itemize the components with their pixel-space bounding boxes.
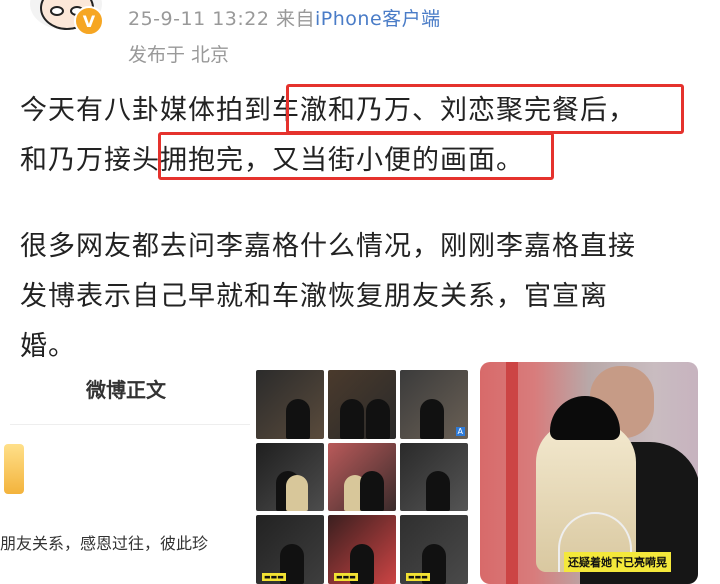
photo-caption: ▬▬▬ xyxy=(334,572,358,581)
collage-photo[interactable] xyxy=(328,370,396,439)
divider xyxy=(10,424,250,425)
gold-badge-icon xyxy=(4,444,24,494)
person-figure xyxy=(366,398,390,439)
weibo-screenshot[interactable]: 微博正文 朋友关系，感恩过往，彼此珍 xyxy=(0,364,250,584)
timestamp: 25-9-11 13:22 xyxy=(128,8,270,30)
source-suffix[interactable]: 客户端 xyxy=(382,8,441,30)
collage-photo[interactable] xyxy=(256,370,324,439)
photo-caption: 还疑着她下已亮嗬晃 xyxy=(564,552,671,572)
post-meta: 25-9-11 13:22 来自iPhone客户端 xyxy=(128,4,441,31)
highlight-box xyxy=(286,84,684,134)
person-figure xyxy=(286,398,310,439)
photo-collage[interactable]: A ▬▬▬ ▬▬▬ ▬▬▬ xyxy=(256,370,468,584)
collage-photo[interactable]: A xyxy=(400,370,468,439)
person-figure xyxy=(360,471,384,512)
weibo-screenshot-title: 微博正文 xyxy=(86,378,166,402)
source-prefix: 来自 xyxy=(276,8,316,30)
person-figure xyxy=(340,398,364,439)
collage-photo[interactable] xyxy=(328,442,396,512)
photo-caption: ▬▬▬ xyxy=(262,572,286,581)
collage-photo[interactable] xyxy=(256,442,324,512)
eye-icon xyxy=(50,6,64,16)
photo-caption: ▬▬▬ xyxy=(406,572,430,581)
main-photo[interactable]: 还疑着她下已亮嗬晃 xyxy=(480,362,698,584)
person-figure xyxy=(286,475,308,512)
person-figure xyxy=(420,398,444,439)
person-figure xyxy=(426,471,450,512)
collage-photo[interactable]: ▬▬▬ xyxy=(256,515,324,584)
post-line: 发博表示自己早就和车澈恢复朋友关系，官宣离 xyxy=(20,281,608,312)
weibo-screenshot-snippet: 朋友关系，感恩过往，彼此珍 xyxy=(0,534,209,553)
verified-badge-icon: V xyxy=(74,6,104,36)
collage-photo[interactable]: ▬▬▬ xyxy=(400,515,468,584)
source-device-link[interactable]: iPhone xyxy=(315,8,382,30)
collage-photo[interactable] xyxy=(400,442,468,512)
highlight-box xyxy=(158,132,554,180)
pole xyxy=(506,362,518,584)
post-line: 很多网友都去问李嘉格什么情况，刚刚李嘉格直接 xyxy=(20,231,636,262)
photo-stamp: A xyxy=(455,426,465,436)
post-location: 发布于 北京 xyxy=(128,44,230,66)
collage-photo[interactable]: ▬▬▬ xyxy=(328,515,396,584)
